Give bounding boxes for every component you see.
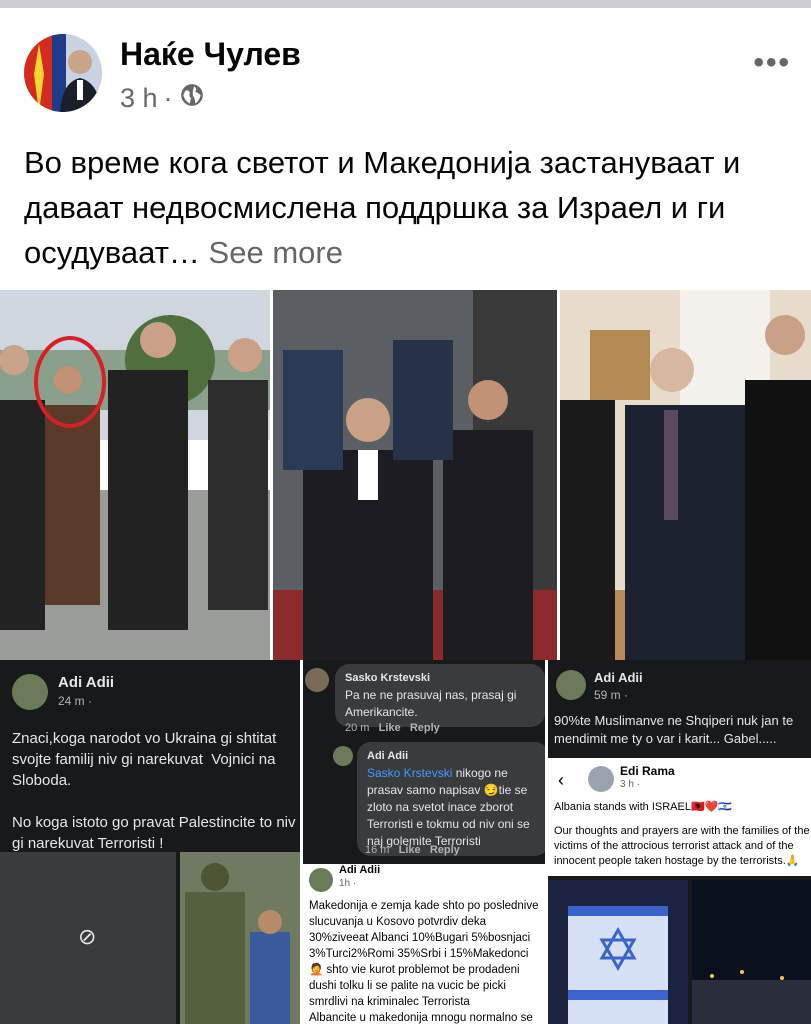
- sasko-like[interactable]: Like: [379, 722, 401, 734]
- adi-reply-avatar: [333, 746, 353, 766]
- post-text: Во време кога светот и Македонија застан…: [24, 140, 794, 275]
- adi-name: Adi Adii: [58, 674, 115, 691]
- globe-icon: [179, 82, 205, 115]
- hidden-image[interactable]: ⊘: [0, 852, 176, 1024]
- post-author-name[interactable]: Наќе Чулев: [120, 36, 301, 73]
- city-night-photo[interactable]: [692, 880, 811, 1024]
- adi-light-meta: 1h ·: [339, 878, 357, 889]
- soldier-photo[interactable]: [180, 852, 300, 1024]
- more-options-icon[interactable]: •••: [753, 46, 791, 80]
- back-arrow-icon[interactable]: ‹: [558, 770, 564, 791]
- adi-avatar: [12, 674, 48, 710]
- rama-post[interactable]: ‹ Edi Rama 3 h · Albania stands with ISR…: [548, 758, 811, 876]
- adi2-name: Adi Adii: [594, 670, 643, 685]
- post-meta: 3 h ·: [120, 82, 205, 115]
- sasko-reply[interactable]: Reply: [410, 722, 440, 734]
- adi-post-text: Znaci,koga narodot vo Ukraina gi shtitat…: [12, 730, 296, 852]
- adi-light-post[interactable]: Adi Adii 1h · Makedonija e zemja kade sh…: [303, 864, 545, 1024]
- post-body: Во време кога светот и Македонија застан…: [24, 145, 741, 270]
- photo-left[interactable]: [0, 290, 270, 660]
- post-time[interactable]: 3 h: [120, 83, 158, 114]
- adi-reply-reply[interactable]: Reply: [430, 844, 460, 856]
- rama-line1: Albania stands with ISRAEL🇦🇱❤️🇮🇱: [554, 801, 733, 813]
- screenshot-adi-rama[interactable]: Adi Adii 59 m · 90%te Muslimanve ne Shqi…: [548, 660, 811, 1024]
- adi2-avatar: [556, 670, 586, 700]
- sasko-text: Pa ne ne prasuvaj nas, prasaj gi Amerika…: [345, 688, 517, 719]
- adi-reply: Adi Adii Sasko Krstevski nikogo ne prasa…: [357, 742, 545, 856]
- eye-off-icon: ⊘: [78, 924, 97, 949]
- author-avatar[interactable]: [24, 34, 102, 112]
- adi2-text: 90%te Muslimanve ne Shqiperi nuk jan te …: [554, 713, 794, 746]
- screenshot-adi-post[interactable]: Adi Adii 24 m · Znaci,koga narodot vo Uk…: [0, 660, 300, 1024]
- top-divider: [0, 0, 811, 8]
- screenshot-comments[interactable]: Sasko Krstevski Pa ne ne prasuvaj nas, p…: [303, 660, 545, 1024]
- adi-light-name: Adi Adii: [339, 864, 381, 876]
- adi-meta: 24 m ·: [58, 694, 93, 708]
- sasko-name: Sasko Krstevski: [345, 672, 430, 684]
- adi-reply-name: Adi Adii: [367, 750, 409, 762]
- rama-line2: Our thoughts and prayers are with the fa…: [554, 825, 810, 867]
- sasko-comment: Sasko Krstevski Pa ne ne prasuvaj nas, p…: [335, 664, 545, 727]
- photo-collage: [0, 290, 811, 660]
- mention-link[interactable]: Sasko Krstevski: [367, 766, 452, 780]
- rama-avatar: [588, 766, 614, 792]
- building-photo[interactable]: [548, 880, 688, 1024]
- adi-reply-actions: 16 m Like Reply: [365, 844, 460, 856]
- adi-light-avatar: [309, 868, 333, 892]
- photo-center[interactable]: [273, 290, 557, 660]
- adi2-meta: 59 m ·: [594, 688, 629, 702]
- adi-reply-like[interactable]: Like: [399, 844, 421, 856]
- sasko-actions: 20 m Like Reply: [345, 722, 440, 734]
- rama-name: Edi Rama: [620, 764, 675, 778]
- adi-light-text: Makedonija e zemja kade shto po posledni…: [309, 900, 539, 1024]
- see-more-link[interactable]: See more: [209, 235, 343, 270]
- rama-meta: 3 h ·: [620, 779, 641, 790]
- photo-right[interactable]: [560, 290, 811, 660]
- sasko-avatar: [305, 668, 329, 692]
